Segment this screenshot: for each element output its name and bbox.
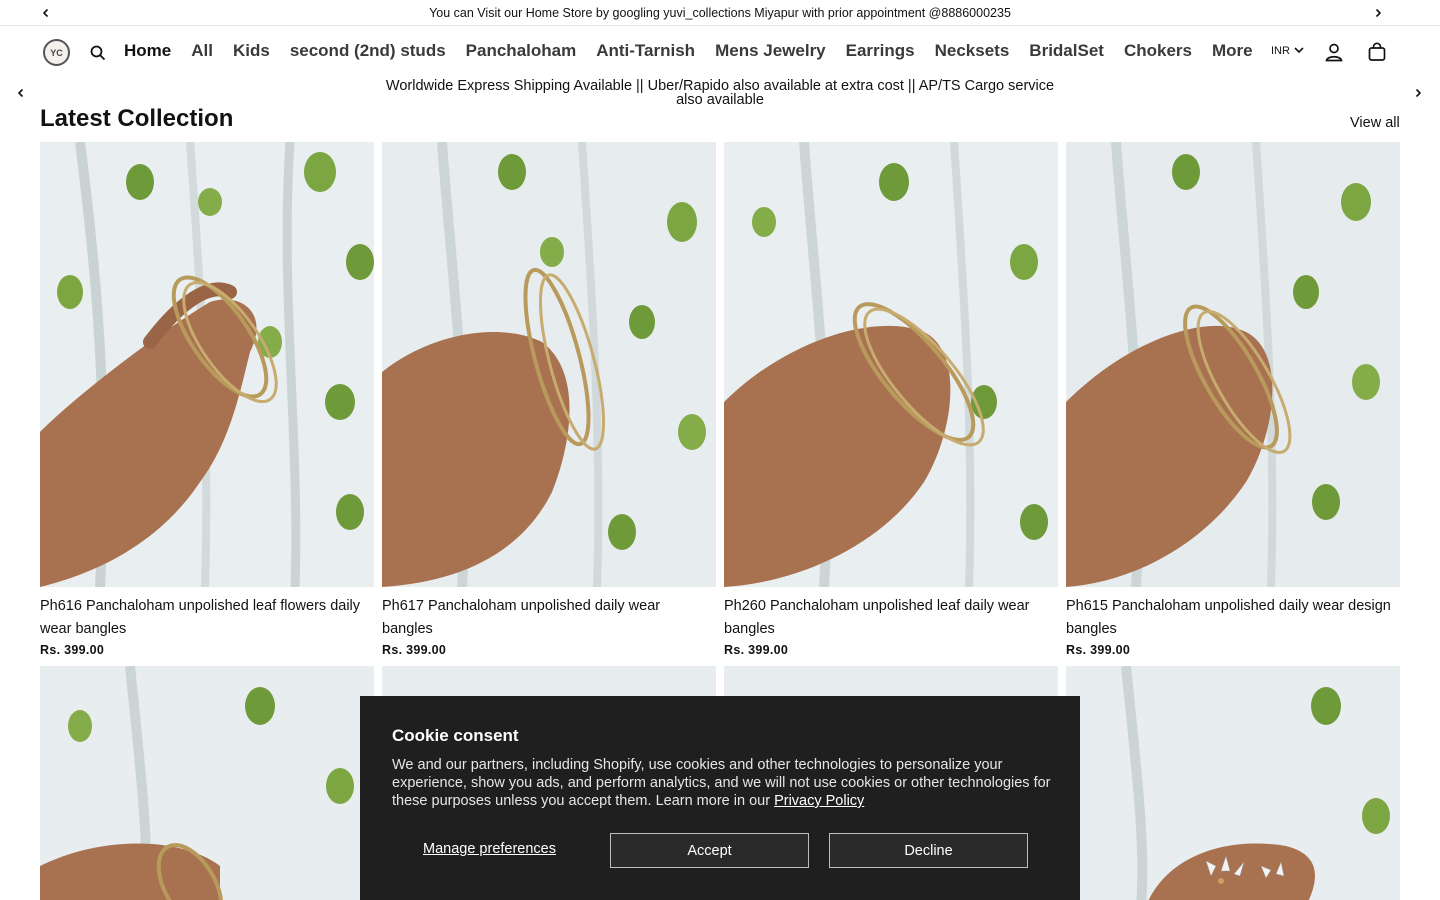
product-title[interactable]: Ph260 Panchaloham unpolished leaf daily … bbox=[724, 595, 1058, 641]
decline-button[interactable]: Decline bbox=[829, 833, 1028, 868]
nav-bridalset[interactable]: BridalSet bbox=[1029, 41, 1104, 61]
currency-label: INR bbox=[1271, 45, 1290, 57]
nav-panchaloham[interactable]: Panchaloham bbox=[466, 41, 577, 61]
announcement-text: You can Visit our Home Store by googling… bbox=[429, 5, 1011, 20]
product-image[interactable] bbox=[382, 142, 716, 587]
nav-all[interactable]: All bbox=[191, 41, 213, 61]
product-price: Rs. 399.00 bbox=[382, 643, 447, 657]
product-title[interactable]: Ph616 Panchaloham unpolished leaf flower… bbox=[40, 595, 374, 641]
nav-mens-jewelry[interactable]: Mens Jewelry bbox=[715, 41, 826, 61]
accept-button[interactable]: Accept bbox=[610, 833, 809, 868]
store-logo[interactable]: YC bbox=[43, 39, 70, 66]
main-nav: Home All Kids second (2nd) studs Panchal… bbox=[124, 41, 1273, 61]
product-image[interactable] bbox=[1066, 142, 1400, 587]
product-image[interactable] bbox=[1066, 666, 1400, 900]
product-card[interactable] bbox=[1066, 666, 1400, 900]
cookie-body: We and our partners, including Shopify, … bbox=[392, 756, 1052, 810]
slide-prev-icon[interactable] bbox=[14, 86, 28, 100]
view-all-link[interactable]: View all bbox=[1350, 115, 1400, 131]
product-price: Rs. 399.00 bbox=[1066, 643, 1131, 657]
product-card[interactable]: Ph617 Panchaloham unpolished daily wear … bbox=[382, 142, 716, 657]
product-title[interactable]: Ph617 Panchaloham unpolished daily wear … bbox=[382, 595, 716, 641]
chevron-left-icon[interactable] bbox=[38, 5, 54, 21]
cookie-body-text: We and our partners, including Shopify, … bbox=[392, 757, 1051, 809]
chevron-down-icon bbox=[1294, 45, 1304, 57]
product-image[interactable] bbox=[40, 666, 374, 900]
cookie-title: Cookie consent bbox=[392, 726, 519, 745]
logo-text: YC bbox=[50, 47, 63, 58]
nav-second-studs[interactable]: second (2nd) studs bbox=[290, 41, 446, 61]
product-card[interactable]: Ph615 Panchaloham unpolished daily wear … bbox=[1066, 142, 1400, 657]
nav-earrings[interactable]: Earrings bbox=[846, 41, 915, 61]
search-icon[interactable] bbox=[89, 44, 107, 62]
currency-selector[interactable]: INR bbox=[1271, 45, 1304, 57]
product-image[interactable] bbox=[724, 142, 1058, 587]
cookie-consent-dialog: Cookie consent We and our partners, incl… bbox=[360, 696, 1080, 900]
product-image[interactable] bbox=[40, 142, 374, 587]
account-icon[interactable] bbox=[1324, 42, 1344, 62]
slide-next-icon[interactable] bbox=[1411, 86, 1425, 100]
nav-kids[interactable]: Kids bbox=[233, 41, 270, 61]
product-title[interactable]: Ph615 Panchaloham unpolished daily wear … bbox=[1066, 595, 1400, 641]
nav-chokers[interactable]: Chokers bbox=[1124, 41, 1192, 61]
product-card[interactable] bbox=[40, 666, 374, 900]
product-card[interactable]: Ph616 Panchaloham unpolished leaf flower… bbox=[40, 142, 374, 657]
shipping-banner-text: Worldwide Express Shipping Available || … bbox=[385, 78, 1055, 108]
announcement-bar: You can Visit our Home Store by googling… bbox=[0, 0, 1440, 26]
product-price: Rs. 399.00 bbox=[40, 643, 105, 657]
site-header: YC Home All Kids second (2nd) studs Panc… bbox=[0, 26, 1440, 80]
privacy-policy-link[interactable]: Privacy Policy bbox=[774, 793, 864, 809]
section-title: Latest Collection bbox=[40, 105, 234, 132]
product-card[interactable]: Ph260 Panchaloham unpolished leaf daily … bbox=[724, 142, 1058, 657]
product-price: Rs. 399.00 bbox=[724, 643, 789, 657]
chevron-right-icon[interactable] bbox=[1370, 5, 1386, 21]
manage-preferences-link[interactable]: Manage preferences bbox=[423, 841, 556, 857]
nav-necksets[interactable]: Necksets bbox=[935, 41, 1010, 61]
nav-home[interactable]: Home bbox=[124, 41, 171, 61]
nav-more[interactable]: More bbox=[1212, 41, 1253, 61]
nav-anti-tarnish[interactable]: Anti-Tarnish bbox=[596, 41, 695, 61]
cart-icon[interactable] bbox=[1367, 42, 1387, 62]
